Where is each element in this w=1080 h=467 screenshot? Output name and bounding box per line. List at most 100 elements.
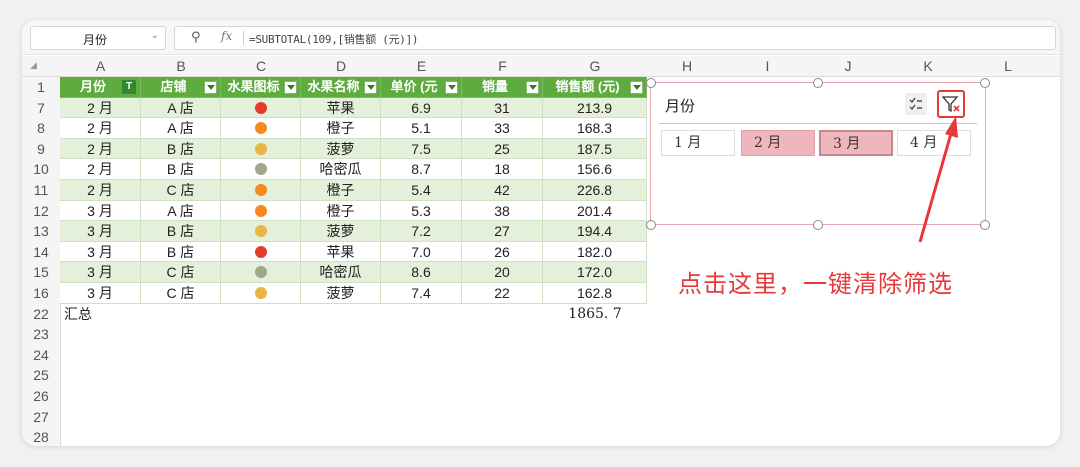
slicer-item-2[interactable]: 2 月 — [741, 130, 815, 156]
table-cell[interactable]: 3 月 — [60, 221, 141, 242]
chevron-down-icon[interactable]: ⌄ — [151, 30, 159, 41]
row-header-14[interactable]: 14 — [22, 242, 60, 263]
table-cell[interactable]: C 店 — [141, 180, 221, 201]
table-cell[interactable]: 226.8 — [543, 180, 647, 201]
table-cell[interactable]: B 店 — [141, 138, 221, 160]
column-header-e[interactable]: E — [381, 56, 462, 76]
table-cell[interactable]: 194.4 — [543, 221, 647, 242]
table-cell[interactable]: 橙子 — [301, 200, 381, 222]
table-header-cell[interactable]: 销量 — [462, 77, 543, 98]
table-cell[interactable]: 5.3 — [381, 200, 462, 222]
filter-dropdown-icon[interactable] — [630, 81, 643, 94]
table-cell[interactable]: 201.4 — [543, 200, 647, 222]
table-cell[interactable]: B 店 — [141, 241, 221, 263]
table-cell[interactable]: 26 — [462, 241, 543, 263]
table-cell[interactable]: 苹果 — [301, 97, 381, 119]
row-header-13[interactable]: 13 — [22, 221, 60, 242]
resize-handle[interactable] — [646, 78, 656, 88]
table-cell[interactable]: 2 月 — [60, 159, 141, 180]
table-cell[interactable]: 7.5 — [381, 138, 462, 160]
fruit-icon-cell[interactable] — [221, 138, 301, 160]
fruit-icon-cell[interactable] — [221, 180, 301, 201]
filter-dropdown-icon[interactable] — [204, 81, 217, 94]
table-cell[interactable]: 25 — [462, 138, 543, 160]
fruit-icon-cell[interactable] — [221, 159, 301, 180]
column-header-h[interactable]: H — [647, 56, 727, 76]
column-header-j[interactable]: J — [808, 56, 888, 76]
column-header-d[interactable]: D — [301, 56, 381, 76]
row-header-22[interactable]: 22 — [22, 304, 60, 325]
row-header-23[interactable]: 23 — [22, 324, 60, 345]
column-header-k[interactable]: K — [888, 56, 968, 76]
row-header-11[interactable]: 11 — [22, 180, 60, 201]
resize-handle[interactable] — [813, 220, 823, 230]
table-cell[interactable]: 42 — [462, 180, 543, 201]
row-header-9[interactable]: 9 — [22, 139, 60, 160]
table-cell[interactable]: 7.2 — [381, 221, 462, 242]
fruit-icon-cell[interactable] — [221, 221, 301, 242]
row-header-1[interactable]: 1 — [22, 77, 60, 98]
table-cell[interactable]: 3 月 — [60, 200, 141, 222]
table-cell[interactable]: A 店 — [141, 97, 221, 119]
select-all-corner[interactable]: ◢ — [30, 60, 37, 71]
table-cell[interactable]: 20 — [462, 262, 543, 283]
slicer-item-3[interactable]: 3 月 — [819, 130, 893, 156]
fruit-icon-cell[interactable] — [221, 283, 301, 304]
name-box[interactable]: 月份 ⌄ — [30, 26, 166, 50]
fruit-icon-cell[interactable] — [221, 262, 301, 283]
formula-input[interactable]: ⚲ fx =SUBTOTAL(109,[销售额 (元)]) — [174, 26, 1056, 50]
table-header-cell[interactable]: 水果图标 — [221, 77, 301, 98]
table-cell[interactable]: 2 月 — [60, 118, 141, 139]
row-header-12[interactable]: 12 — [22, 201, 60, 222]
table-cell[interactable]: A 店 — [141, 200, 221, 222]
table-cell[interactable]: C 店 — [141, 283, 221, 304]
table-cell[interactable]: 7.0 — [381, 241, 462, 263]
column-header-a[interactable]: A — [60, 56, 141, 76]
table-header-cell[interactable]: 月份 T — [60, 77, 141, 98]
table-cell[interactable]: 168.3 — [543, 118, 647, 139]
table-cell[interactable]: 3 月 — [60, 262, 141, 283]
resize-handle[interactable] — [980, 220, 990, 230]
resize-handle[interactable] — [813, 78, 823, 88]
table-cell[interactable]: 菠萝 — [301, 221, 381, 242]
table-cell[interactable]: 橙子 — [301, 180, 381, 201]
table-cell[interactable]: 213.9 — [543, 97, 647, 119]
table-cell[interactable]: 苹果 — [301, 241, 381, 263]
row-header-7[interactable]: 7 — [22, 98, 60, 119]
column-header-c[interactable]: C — [221, 56, 301, 76]
row-header-16[interactable]: 16 — [22, 283, 60, 304]
filter-active-icon[interactable]: T — [122, 80, 136, 94]
table-cell[interactable]: 172.0 — [543, 262, 647, 283]
filter-dropdown-icon[interactable] — [526, 81, 539, 94]
total-label-cell[interactable]: 汇总 — [60, 304, 320, 325]
filter-dropdown-icon[interactable] — [364, 81, 377, 94]
table-header-cell[interactable]: 店铺 — [141, 77, 221, 98]
table-cell[interactable]: A 店 — [141, 118, 221, 139]
slicer-item-1[interactable]: 1 月 — [661, 130, 735, 156]
row-header-8[interactable]: 8 — [22, 118, 60, 139]
table-cell[interactable]: 162.8 — [543, 283, 647, 304]
fx-icon[interactable]: fx — [221, 29, 232, 43]
column-header-l[interactable]: L — [968, 56, 1048, 76]
table-cell[interactable]: 8.6 — [381, 262, 462, 283]
filter-dropdown-icon[interactable] — [284, 81, 297, 94]
table-cell[interactable]: 187.5 — [543, 138, 647, 160]
table-cell[interactable]: B 店 — [141, 159, 221, 180]
row-header-26[interactable]: 26 — [22, 386, 60, 407]
table-cell[interactable]: 33 — [462, 118, 543, 139]
row-header-28[interactable]: 28 — [22, 427, 60, 446]
table-header-cell[interactable]: 销售额 (元) — [543, 77, 647, 98]
column-header-g[interactable]: G — [543, 56, 647, 76]
fruit-icon-cell[interactable] — [221, 97, 301, 119]
resize-handle[interactable] — [646, 220, 656, 230]
row-header-25[interactable]: 25 — [22, 365, 60, 386]
table-cell[interactable]: 182.0 — [543, 241, 647, 263]
table-cell[interactable]: 2 月 — [60, 138, 141, 160]
table-cell[interactable]: 2 月 — [60, 97, 141, 119]
table-cell[interactable]: 3 月 — [60, 283, 141, 304]
table-cell[interactable]: 橙子 — [301, 118, 381, 139]
table-cell[interactable]: 哈密瓜 — [301, 159, 381, 180]
table-cell[interactable]: 27 — [462, 221, 543, 242]
row-header-24[interactable]: 24 — [22, 345, 60, 366]
table-cell[interactable]: 22 — [462, 283, 543, 304]
